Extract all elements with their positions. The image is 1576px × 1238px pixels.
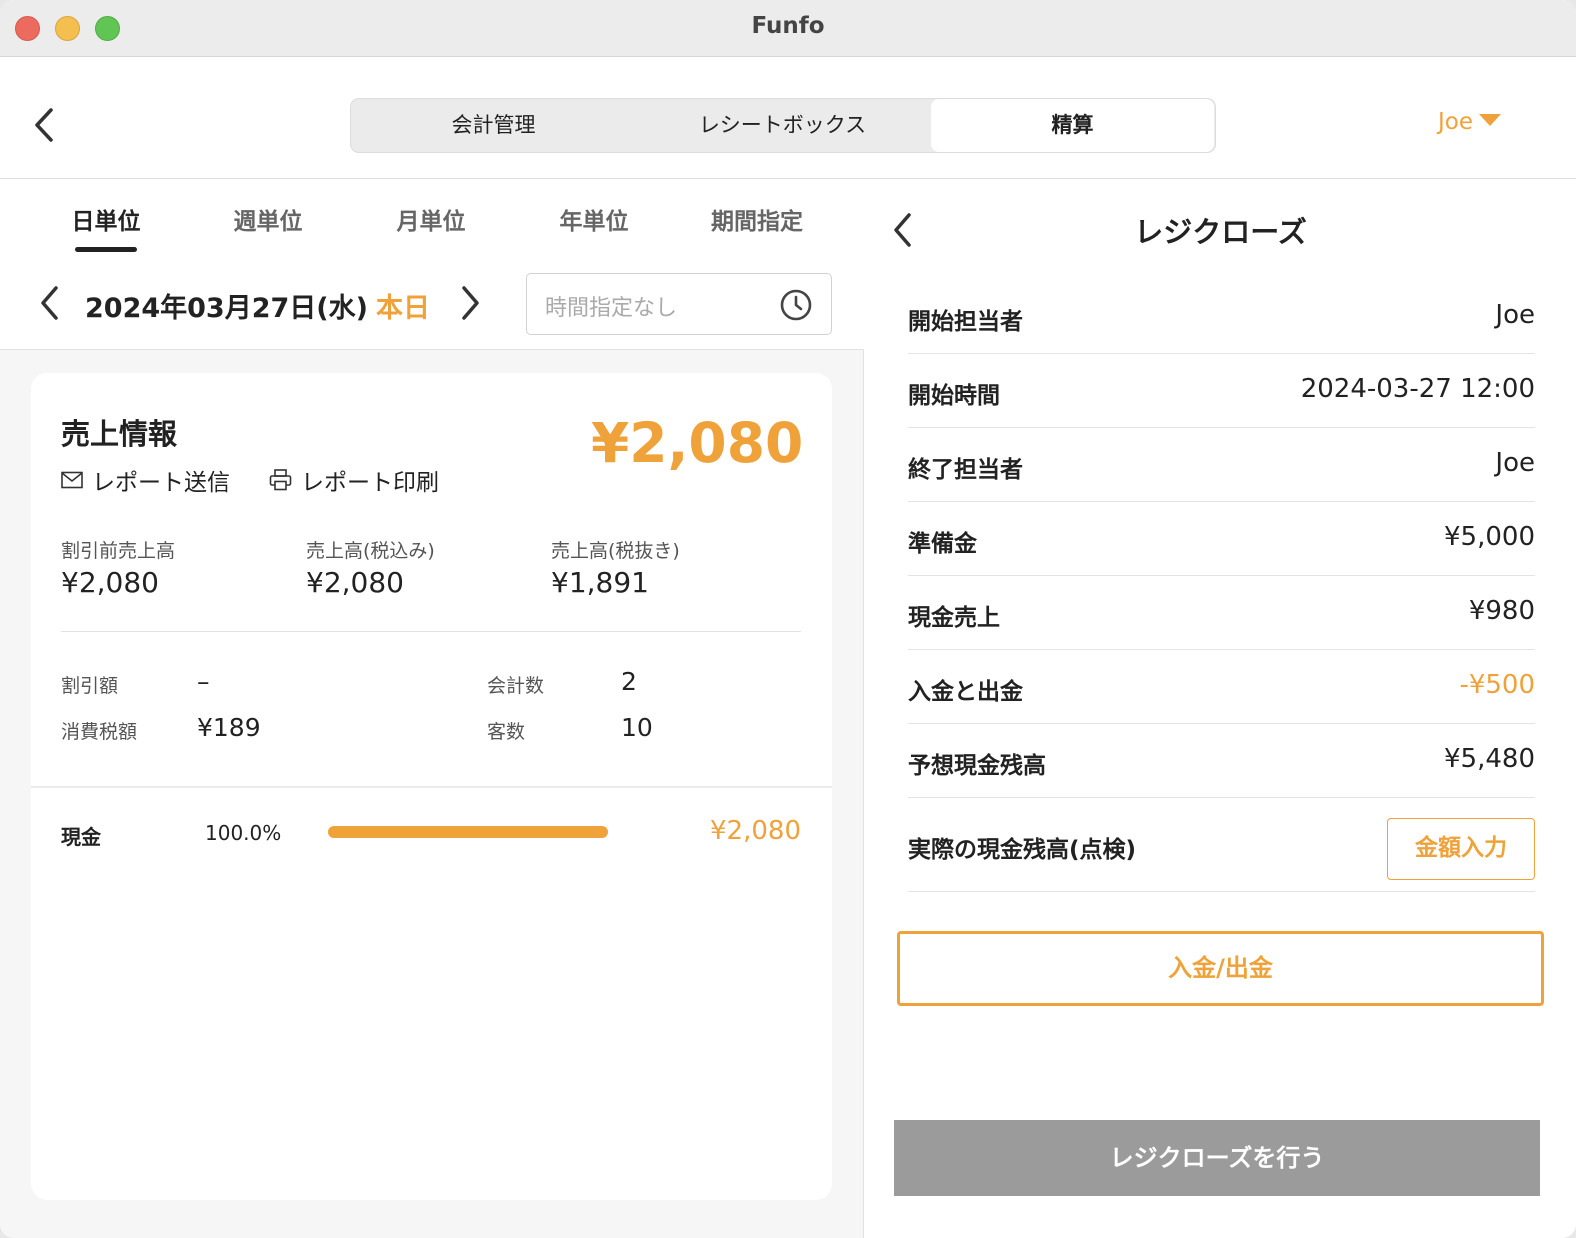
sales-info-title: 売上情報 [61,417,178,451]
user-name: Joe [1438,109,1474,135]
register-close-panel: レジクローズ 開始担当者 Joe 開始時間 2024-03-27 12:00 終… [865,180,1576,1238]
time-filter-placeholder: 時間指定なし [545,296,678,321]
info-row: 開始時間 2024-03-27 12:00 [908,354,1535,428]
info-row: 予想現金残高 ¥5,480 [908,724,1535,798]
send-report-label: レポート送信 [92,470,230,496]
print-report-button[interactable]: レポート印刷 [269,463,439,497]
payment-progress-bar [328,826,608,838]
tab-receipt-box[interactable]: レシートボックス [636,99,929,152]
app-window: Funfo 会計管理 レシートボックス 精算 Joe 日単位 週単位 月単位 年… [0,0,1576,1238]
sales-tax-included-value: ¥2,080 [306,566,404,599]
transaction-count-value: 2 [621,667,637,696]
today-label: 本日 [375,293,430,324]
sales-tax-excluded-value: ¥1,891 [551,566,649,599]
info-row: 現金売上 ¥980 [908,576,1535,650]
info-row: 実際の現金残高(点検) 金額入力 [908,798,1535,892]
expected-cash-label: 予想現金残高 [908,753,1046,779]
divider [61,631,801,632]
register-close-button[interactable]: レジクローズを行う [894,1120,1540,1196]
pre-discount-sales-label: 割引前売上高 [61,540,176,562]
tab-accounting[interactable]: 会計管理 [351,99,636,152]
printer-icon [269,469,292,491]
customer-count-value: 10 [621,713,653,742]
current-date: 2024年03月27日(水) 本日 [85,286,430,325]
sales-info-card: 売上情報 ¥2,080 レポート送信 レポート印刷 割引前売上高 ¥2,080 … [31,373,832,1200]
payment-progress-fill [328,826,608,838]
period-tab-range[interactable]: 期間指定 [697,202,817,236]
chevron-right-icon [462,286,479,320]
date-navigator: 2024年03月27日(水) 本日 時間指定なし [0,260,864,350]
closing-staff-value: Joe [1495,448,1535,478]
tab-settlement[interactable]: 精算 [931,99,1214,152]
float-cash-label: 準備金 [908,531,977,557]
sales-tax-included-label: 売上高(税込み) [306,540,435,562]
info-row: 入金と出金 -¥500 [908,650,1535,724]
payment-amount: ¥2,080 [710,816,801,846]
send-report-button[interactable]: レポート送信 [61,463,230,497]
period-tab-month[interactable]: 月単位 [371,202,491,236]
cash-in-out-value: -¥500 [1459,670,1535,700]
discount-value: – [197,667,210,696]
chevron-left-icon [35,108,53,142]
tax-value: ¥189 [197,713,261,742]
previous-date-button[interactable] [36,283,64,323]
cash-in-out-button[interactable]: 入金/出金 [897,931,1544,1006]
cash-sales-value: ¥980 [1468,596,1535,626]
main-tab-group: 会計管理 レシートボックス 精算 [350,98,1216,153]
info-row: 開始担当者 Joe [908,280,1535,354]
time-filter-input[interactable]: 時間指定なし [526,273,832,335]
user-menu[interactable]: Joe [1438,109,1502,135]
customer-count-label: 客数 [487,721,526,743]
sales-total: ¥2,080 [591,411,804,475]
opening-time-label: 開始時間 [908,383,1000,409]
actual-cash-label: 実際の現金残高(点検) [908,837,1137,863]
info-row: 準備金 ¥5,000 [908,502,1535,576]
amount-input-button[interactable]: 金額入力 [1387,818,1535,880]
active-tab-indicator [75,247,137,252]
expected-cash-value: ¥5,480 [1444,744,1535,774]
top-header: 会計管理 レシートボックス 精算 Joe [0,57,1576,179]
period-tab-year[interactable]: 年単位 [534,202,654,236]
opening-staff-label: 開始担当者 [908,309,1023,335]
date-label: 2024年03月27日(水) [85,293,368,324]
float-cash-value: ¥5,000 [1444,522,1535,552]
tax-label: 消費税額 [61,721,138,743]
mail-icon [61,471,83,489]
opening-time-value: 2024-03-27 12:00 [1300,374,1535,404]
chevron-left-icon [41,286,58,320]
window-title: Funfo [751,13,825,39]
divider [31,786,832,788]
period-tab-week[interactable]: 週単位 [208,202,328,236]
title-bar: Funfo [0,0,1576,57]
cash-in-out-label: 入金と出金 [908,679,1023,705]
closing-staff-label: 終了担当者 [908,457,1023,483]
period-tab-day[interactable]: 日単位 [46,202,166,236]
sales-panel: 日単位 週単位 月単位 年単位 期間指定 2024年03月27日(水) 本日 時間… [0,180,864,1238]
caret-down-icon [1479,114,1502,126]
payment-percent: 100.0% [205,821,282,845]
payment-method-label: 現金 [61,825,101,849]
sales-tax-excluded-label: 売上高(税抜き) [551,540,680,562]
opening-staff-value: Joe [1495,300,1535,330]
cash-sales-label: 現金売上 [908,605,1000,631]
period-tabs: 日単位 週単位 月単位 年単位 期間指定 [0,180,864,260]
transaction-count-label: 会計数 [487,675,545,697]
clock-icon [780,289,812,321]
pre-discount-sales-value: ¥2,080 [61,566,159,599]
info-row: 終了担当者 Joe [908,428,1535,502]
next-date-button[interactable] [456,283,484,323]
discount-label: 割引額 [61,675,119,697]
print-report-label: レポート印刷 [301,470,439,496]
back-button[interactable] [30,105,60,145]
register-close-title: レジクローズ [1134,215,1307,249]
